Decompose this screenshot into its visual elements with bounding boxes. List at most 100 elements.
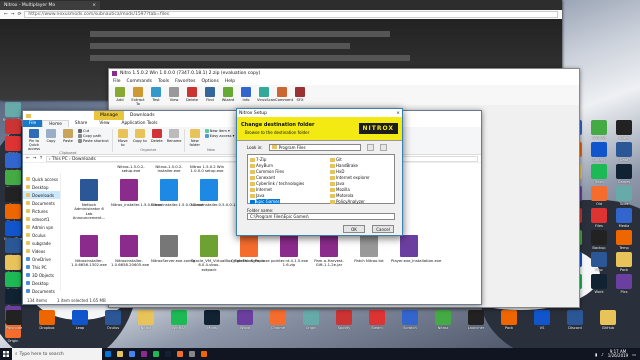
copy-to-button[interactable]: Copy to [133,129,147,147]
file-item[interactable]: Nitroxinstaller-1.0.6656.1302.exe [71,235,107,268]
folder-entry[interactable]: Java [330,181,344,186]
network-icon[interactable]: ▮ [595,352,597,357]
desktop-icon[interactable]: Chrome [266,310,290,330]
file-item[interactable]: pointer.nt.4.1.5.exe 1.6.zip [271,235,308,268]
ok-button[interactable]: OK [343,225,365,233]
file-item[interactable]: Patch Nitrox.txt [351,235,387,263]
desktop-icon[interactable]: WinRAR [167,310,191,330]
taskbar-app-icon[interactable] [186,348,198,360]
folder-entry[interactable]: Motorola [330,193,353,198]
desktop-icon[interactable]: Mods [200,310,224,330]
forward-icon[interactable]: → [33,156,37,161]
winrar-menu-item[interactable]: Commands [127,79,152,84]
move-to-button[interactable]: Move to [116,129,130,147]
taskbar-app-icon[interactable] [138,348,150,360]
desktop-icon[interactable]: Notes [612,120,636,140]
refresh-icon[interactable]: ⟳ [18,12,22,17]
nav-item[interactable]: Pictures [23,207,60,215]
taskbar-app-icon[interactable] [162,348,174,360]
new-folder-button[interactable]: New folder [188,129,202,147]
copy-button[interactable]: Copy [44,129,58,151]
desktop-icon[interactable]: Dropbox [35,310,59,330]
winrar-toolbar-button[interactable]: View [167,86,181,104]
taskbar-app-icon[interactable] [126,348,138,360]
look-in-combo[interactable]: Program Files [268,144,361,151]
browser-tab[interactable]: Nitrox - Multiplayer Mo × [0,1,100,10]
nav-item[interactable]: OneDrive [23,255,60,263]
desktop-icon[interactable]: GitHub [596,310,620,330]
ribbon-tab[interactable]: Home [42,120,69,127]
nav-item[interactable]: Oculus [23,231,60,239]
desktop-icon[interactable]: Leap [68,310,92,330]
desktop-icon[interactable]: Launcher [464,310,488,330]
desktop-icon[interactable]: Playnode [2,310,26,330]
nav-item[interactable]: 3D Objects [23,271,60,279]
up-icon[interactable]: ↑ [39,156,43,161]
file-item[interactable]: Nitroxinstaller.1.5.0.0.1.exe [151,179,203,207]
winrar-menu-item[interactable]: Options [201,79,218,84]
winrar-menu-item[interactable]: File [113,79,121,84]
volume-icon[interactable]: ♪ [601,352,604,357]
nav-item[interactable]: Documents [23,287,60,295]
easy-access-button[interactable]: Easy access ▾ [204,134,234,138]
desktop-icon[interactable]: Steam [365,310,389,330]
desktop-icon[interactable]: Misc [587,252,611,272]
desktop-icon[interactable]: Spotify [332,310,356,330]
taskbar-app-icon[interactable] [102,348,114,360]
taskbar-app-icon[interactable] [150,348,162,360]
winrar-toolbar-button[interactable]: Delete [185,86,199,104]
back-icon[interactable]: ← [4,12,8,17]
folder-entry[interactable]: Cyberlink / technologies [250,181,304,186]
winrar-menu-item[interactable]: Tools [158,79,169,84]
desktop-icon[interactable]: Nitrox [431,310,455,330]
nav-item[interactable]: subgrade [23,239,60,247]
desktop-icon[interactable]: Trash [587,164,611,184]
winrar-toolbar-button[interactable]: Find [203,86,217,104]
file-item[interactable]: NitroxServer.exe.config [151,235,195,263]
file-item[interactable]: Nitrox 1.5.0.2 Win 1.0.0.0 setup.exe [189,164,225,174]
taskbar-app-icon[interactable] [174,348,186,360]
nav-item[interactable]: Desktop [23,183,60,191]
folder-entry[interactable]: Epic Games [250,199,280,204]
file-item[interactable]: Oracle_VM_VirtualBox_Extension_Pack-6.0.… [191,235,265,272]
desktop-icon[interactable]: Library [587,142,611,162]
folder-name-input[interactable]: C:\Program Files\Epic Games\ [247,213,395,220]
ribbon-tab[interactable]: Application Tools [116,120,164,127]
paste-shortcut-button[interactable]: Paste shortcut [78,139,109,143]
desktop-icon[interactable]: Discord [563,310,587,330]
folder-entry[interactable]: HxD [330,169,344,174]
winrar-toolbar-button[interactable]: Wizard [221,86,235,104]
winrar-toolbar-button[interactable]: Test [149,86,163,104]
file-item[interactable]: OriginThinSetup.exe [231,235,270,263]
cut-button[interactable]: Cut [78,129,109,133]
desktop-icon[interactable]: WinRAR [587,120,611,140]
winrar-toolbar-button[interactable]: Extract To [131,86,145,106]
forward-icon[interactable]: → [11,12,15,17]
back-icon[interactable]: ← [26,156,30,161]
tab-close-icon[interactable]: × [92,3,96,8]
winrar-menu-item[interactable]: Help [225,79,235,84]
nav-item[interactable]: Downloads [23,191,60,199]
folder-entry[interactable]: HandBrake [330,163,358,168]
file-item[interactable]: Nitrox_installer.1.5.0.0.exe [111,179,162,207]
desktop-icon[interactable]: Pack [612,252,636,272]
folder-entry[interactable]: Mozilla [330,187,350,192]
desktop-icon[interactable]: Tools [612,186,636,206]
folder-entry[interactable]: PolicyAnalyzer [330,199,365,204]
desktop-icon[interactable]: Backup [587,230,611,250]
folder-entry[interactable]: Common Files [250,169,284,174]
folder-entry[interactable]: AnyBurn [250,163,273,168]
folder-entry[interactable]: 7-Zip [250,157,266,162]
folder-entry[interactable]: Java [250,193,264,198]
file-item[interactable]: Nitroxinstaller-1.0.6658.20605.exe [111,235,149,268]
ribbon-tab[interactable]: View [93,120,115,127]
nav-item[interactable]: This PC [23,263,60,271]
winrar-toolbar-button[interactable]: Add [113,86,127,104]
desktop-icon[interactable]: Pack [497,310,521,330]
start-button[interactable] [0,348,12,360]
folder-entry[interactable]: Internet explorer [330,175,370,180]
desktop-icon[interactable]: Media [612,208,636,228]
rename-button[interactable]: Rename [167,129,182,147]
up-folder-icon[interactable] [366,144,374,151]
folder-entry[interactable]: Git [330,157,342,162]
